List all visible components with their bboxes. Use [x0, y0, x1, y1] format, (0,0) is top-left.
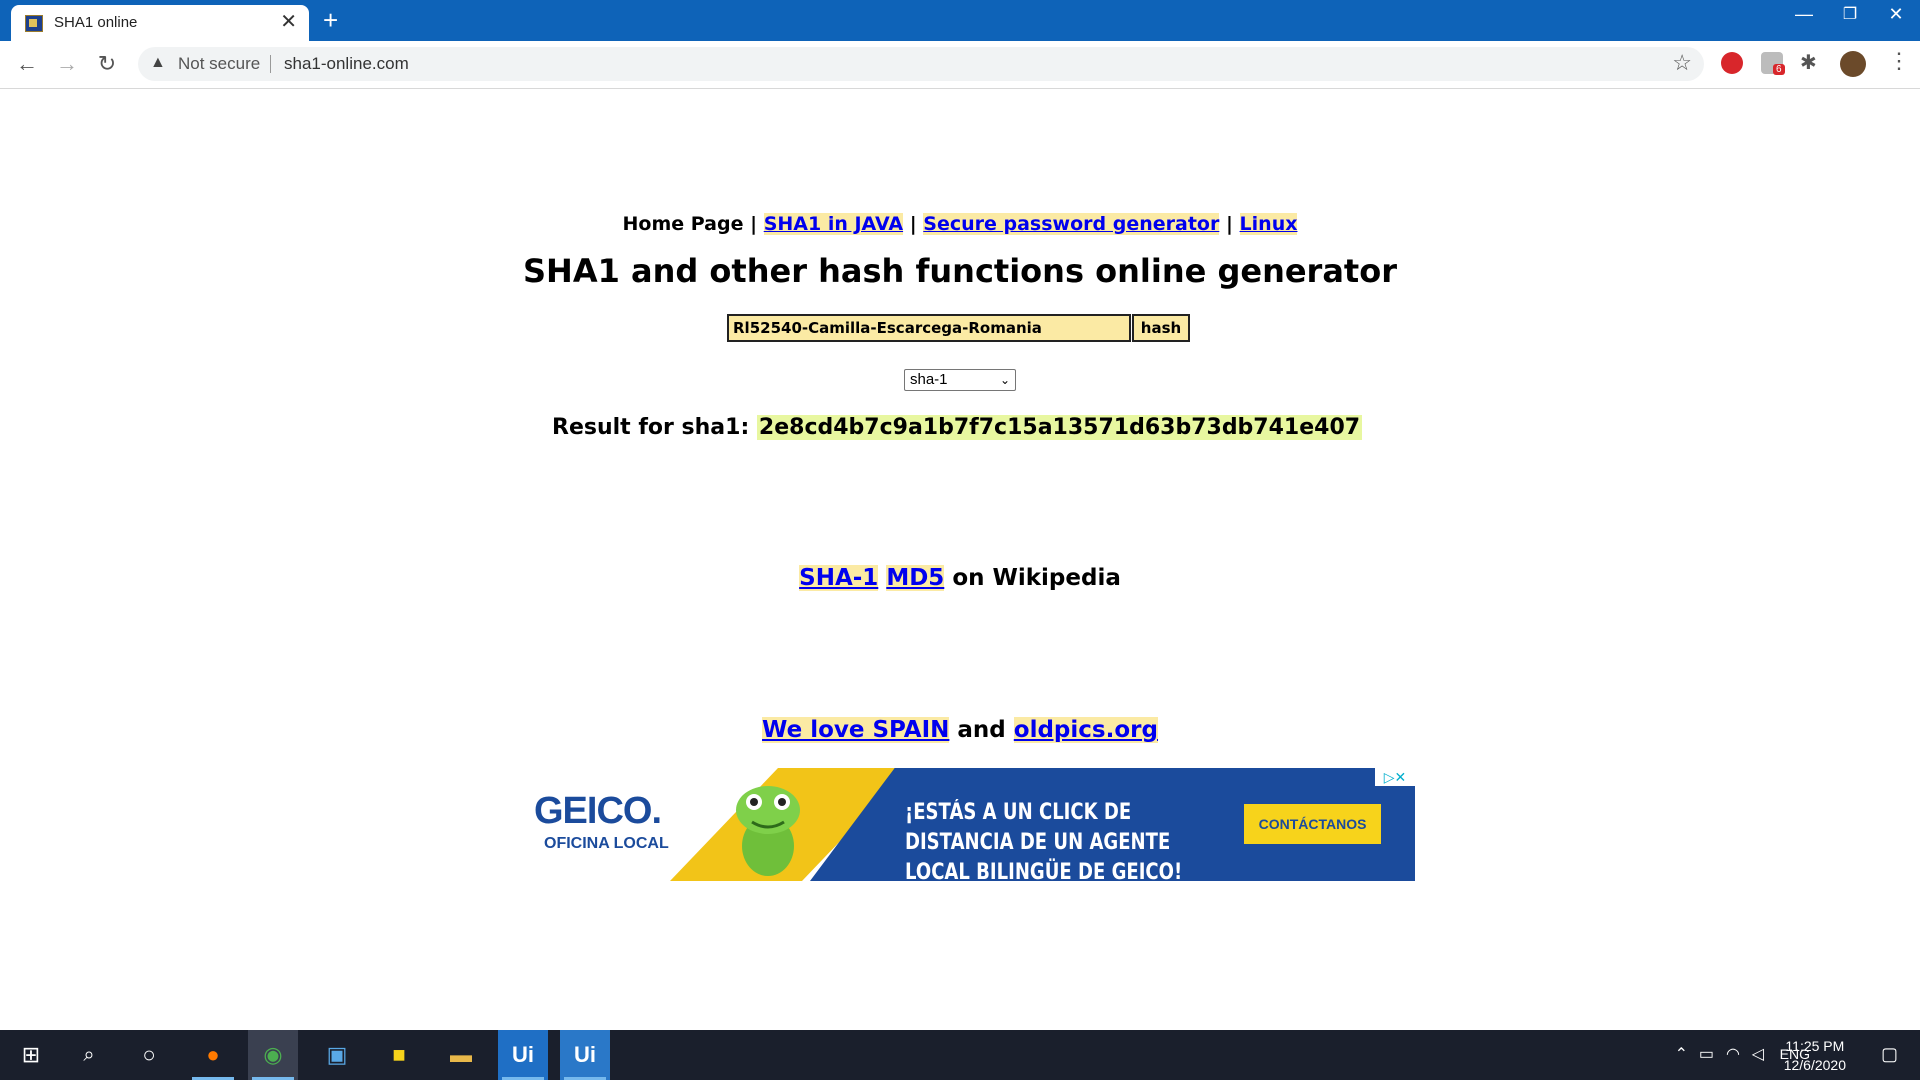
site-favicon-icon: [25, 15, 43, 32]
browser-toolbar: ← → ↻ ▲ Not secure sha1-online.com ☆ 6 ✱…: [0, 41, 1920, 89]
ad-cta-button[interactable]: CONTÁCTANOS: [1244, 804, 1381, 844]
gecko-mascot-icon: [736, 786, 800, 876]
restore-icon[interactable]: ❐: [1830, 4, 1870, 24]
web-page: Home Page | SHA1 in JAVA | Secure passwo…: [0, 89, 1920, 1029]
uipath-studio-icon[interactable]: Ui: [560, 1030, 610, 1080]
nav-separator: |: [909, 213, 917, 235]
clock[interactable]: 11:25 PM 12/6/2020: [1784, 1037, 1846, 1075]
omnibox-divider: [270, 55, 271, 73]
start-windows-icon[interactable]: ⊞: [6, 1030, 56, 1080]
uipath-icon[interactable]: Ui: [498, 1030, 548, 1080]
extension-shield-icon[interactable]: 6: [1761, 52, 1785, 75]
nav-link-linux[interactable]: Linux: [1239, 213, 1298, 235]
cortana-icon[interactable]: ○: [124, 1030, 174, 1080]
sticky-notes-icon[interactable]: ■: [374, 1030, 424, 1080]
nav-link-sha1-java[interactable]: SHA1 in JAVA: [763, 213, 904, 235]
extension-badge: 6: [1773, 64, 1785, 75]
top-navigation: Home Page | SHA1 in JAVA | Secure passwo…: [0, 213, 1920, 235]
reload-icon[interactable]: ↻: [92, 50, 122, 78]
notifications-icon[interactable]: ▢: [1881, 1044, 1898, 1065]
address-bar[interactable]: ▲ Not secure sha1-online.com ☆: [138, 47, 1704, 81]
forward-icon[interactable]: →: [52, 50, 82, 78]
windows-taskbar: ⊞ ⌕ ○ ● ◉ ▣ ■ ▬ Ui Ui ⌃ ▭ ◠ ◁ ENG 11:25 …: [0, 1030, 1920, 1080]
profile-avatar[interactable]: [1840, 51, 1866, 77]
wiki-link-md5[interactable]: MD5: [886, 565, 945, 591]
ad-headline: ¡ESTÁS A UN CLICK DE DISTANCIA DE UN AGE…: [905, 800, 1183, 881]
file-explorer-icon[interactable]: ▬: [436, 1030, 486, 1080]
battery-icon[interactable]: ▭: [1699, 1044, 1714, 1064]
tab-close-icon[interactable]: ✕: [280, 11, 297, 33]
control-panel-icon[interactable]: ▣: [312, 1030, 362, 1080]
algorithm-select[interactable]: sha-1 ⌄: [904, 369, 1016, 391]
promo-and: and: [957, 717, 1006, 743]
bookmark-star-icon[interactable]: ☆: [1672, 50, 1692, 76]
page-title: SHA1 and other hash functions online gen…: [523, 252, 1397, 290]
algorithm-selected-value: sha-1: [910, 371, 948, 388]
hash-text-input[interactable]: Rl52540-Camilla-Escarcega-Romania: [727, 314, 1131, 342]
clock-date: 12/6/2020: [1783, 1057, 1846, 1073]
wikipedia-links: SHA-1 MD5 on Wikipedia: [0, 565, 1920, 591]
new-tab-icon[interactable]: +: [323, 6, 338, 34]
nav-link-password-generator[interactable]: Secure password generator: [923, 213, 1220, 235]
back-icon[interactable]: ←: [12, 50, 42, 78]
security-label[interactable]: Not secure: [178, 54, 260, 74]
warning-icon[interactable]: ▲: [150, 54, 166, 72]
window-close-icon[interactable]: ✕: [1876, 4, 1916, 25]
clock-time: 11:25 PM: [1785, 1038, 1845, 1054]
result-label: Result for sha1:: [552, 415, 750, 440]
ad-choices-icon[interactable]: ▷✕: [1375, 768, 1415, 786]
promo-link-oldpics[interactable]: oldpics.org: [1013, 717, 1158, 743]
browser-tab-strip: SHA1 online ✕ + — ❐ ✕: [0, 0, 1920, 41]
chevron-down-icon: ⌄: [999, 373, 1010, 387]
extensions-puzzle-icon[interactable]: ✱: [1800, 50, 1817, 75]
hash-button[interactable]: hash: [1132, 314, 1190, 342]
nav-separator: |: [750, 213, 758, 235]
tray-chevron-up-icon[interactable]: ⌃: [1675, 1044, 1688, 1064]
promo-link-spain[interactable]: We love SPAIN: [762, 717, 950, 743]
wiki-suffix: on Wikipedia: [952, 565, 1121, 591]
wifi-icon[interactable]: ◠: [1726, 1044, 1740, 1064]
result-line: Result for sha1: 2e8cd4b7c9a1b7f7c15a135…: [552, 415, 1363, 440]
wiki-link-sha1[interactable]: SHA-1: [799, 565, 879, 591]
promo-links: We love SPAIN and oldpics.org: [0, 717, 1920, 743]
advertisement-banner[interactable]: GEICO. OFICINA LOCAL ¡ESTÁS A UN CLICK D…: [520, 768, 1415, 881]
nav-separator: |: [1225, 213, 1233, 235]
search-icon[interactable]: ⌕: [64, 1030, 114, 1080]
menu-dots-icon[interactable]: ⋮: [1888, 48, 1910, 74]
firefox-icon[interactable]: ●: [188, 1030, 238, 1080]
browser-tab[interactable]: SHA1 online ✕: [11, 5, 309, 41]
nav-home[interactable]: Home Page: [623, 213, 744, 235]
extension-red-icon[interactable]: [1721, 52, 1743, 74]
geico-logo: GEICO.: [534, 790, 662, 832]
volume-icon[interactable]: ◁: [1752, 1044, 1764, 1064]
ad-subtitle: OFICINA LOCAL: [544, 835, 669, 852]
minimize-icon[interactable]: —: [1784, 4, 1824, 25]
url-text[interactable]: sha1-online.com: [284, 54, 409, 74]
tab-title: SHA1 online: [54, 14, 138, 31]
chrome-icon[interactable]: ◉: [248, 1030, 298, 1080]
result-hash-value[interactable]: 2e8cd4b7c9a1b7f7c15a13571d63b73db741e407: [756, 415, 1363, 440]
